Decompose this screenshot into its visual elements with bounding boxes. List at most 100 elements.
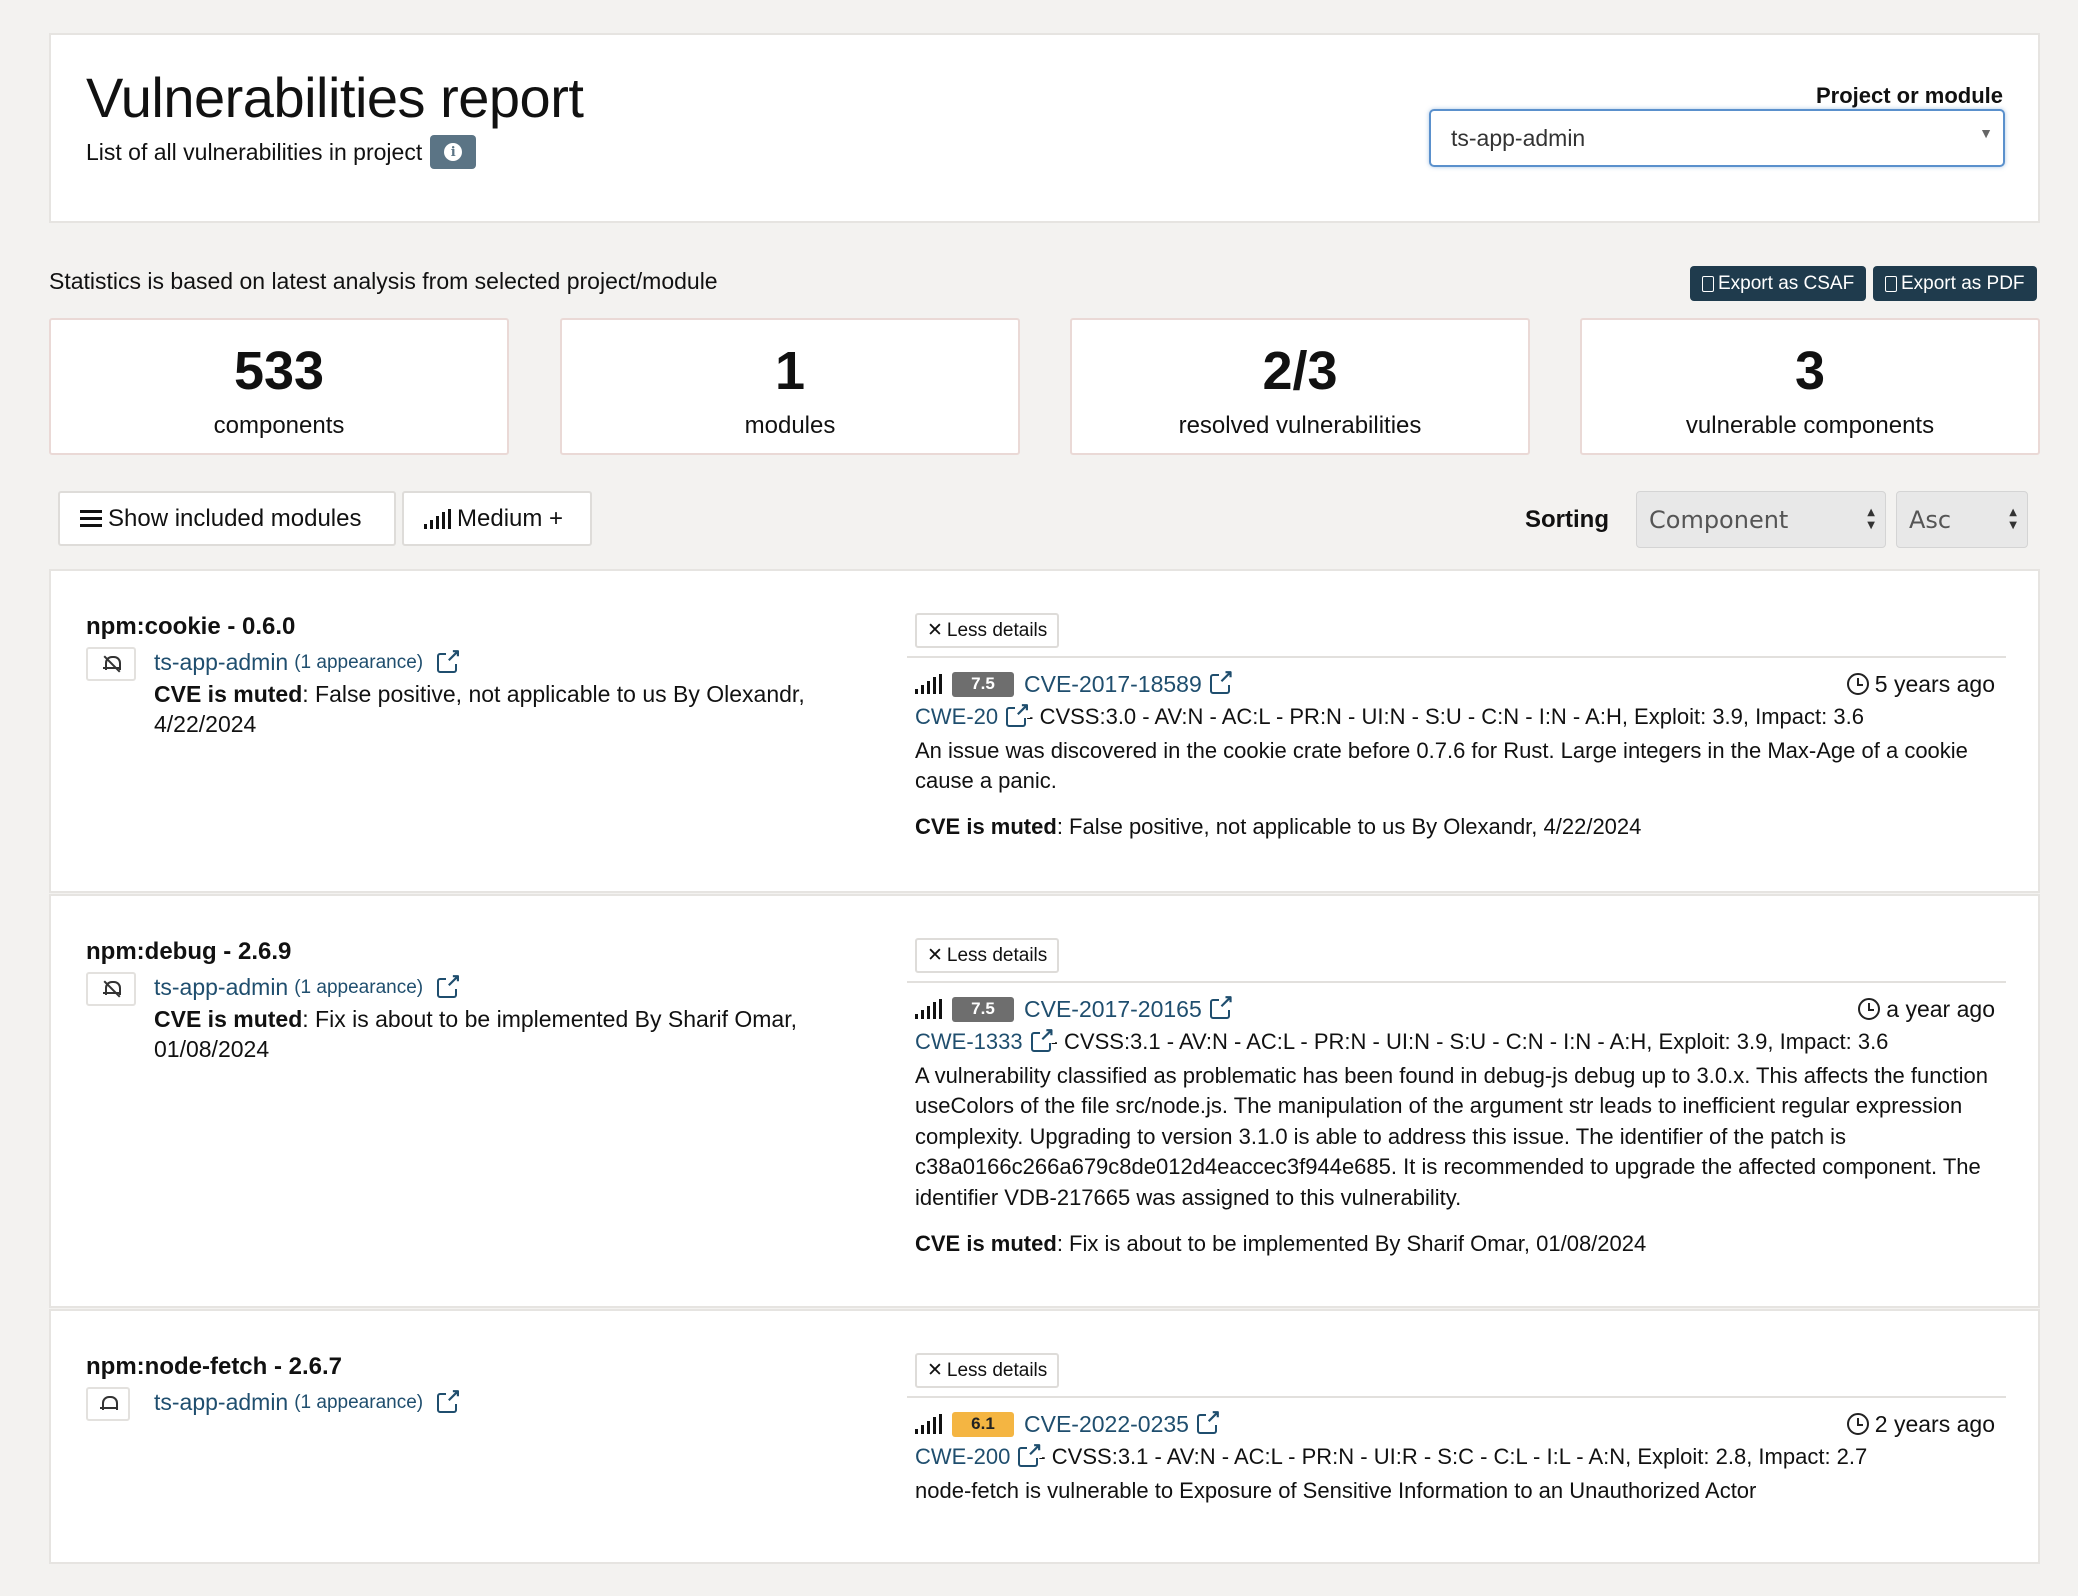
header-panel: Vulnerabilities report List of all vulne… [49, 33, 2040, 223]
cwe-row: CWE-20 - CVSS:3.0 - AV:N - AC:L - PR:N -… [915, 700, 2005, 730]
cvss-vector: - CVSS:3.0 - AV:N - AC:L - PR:N - UI:N -… [1026, 704, 1864, 729]
less-details-button[interactable]: ✕ Less details [915, 938, 1060, 973]
cve-age: a year ago [1858, 996, 1995, 1023]
stat-card-components: 533 components [49, 318, 509, 455]
external-link-icon[interactable] [437, 970, 462, 998]
muted-note: CVE is muted: False positive, not applic… [154, 679, 834, 739]
signal-icon [915, 999, 942, 1019]
vulnerability-card: npm:cookie - 0.6.0 ts-app-admin (1 appea… [49, 569, 2040, 893]
page-subtitle: List of all vulnerabilities in project i [86, 135, 477, 169]
severity-filter-button[interactable]: Medium + [402, 491, 592, 546]
export-csaf-button[interactable]: Export as CSAF [1690, 266, 1867, 301]
clock-icon [1858, 998, 1881, 1020]
export-csaf-label: Export as CSAF [1718, 272, 1855, 294]
mute-toggle-button[interactable] [86, 647, 136, 681]
component-name: npm:cookie - 0.6.0 [86, 613, 296, 640]
stat-value: 1 [774, 341, 806, 401]
external-link-icon[interactable] [1196, 1407, 1221, 1434]
project-link[interactable]: ts-app-admin (1 appearance) [154, 1385, 462, 1416]
clock-icon [1846, 1413, 1869, 1435]
sort-order-select[interactable]: Asc ▲ ▼ [1896, 491, 2028, 548]
stat-value: 2/3 [1262, 341, 1338, 401]
project-link[interactable]: ts-app-admin (1 appearance) [154, 645, 462, 676]
stats-note: Statistics is based on latest analysis f… [49, 268, 718, 294]
external-link-icon[interactable] [1018, 1440, 1043, 1467]
stat-label: resolved vulnerabilities [1178, 412, 1422, 439]
show-modules-button[interactable]: Show included modules [58, 491, 396, 546]
less-details-label: Less details [946, 619, 1048, 641]
external-link-icon[interactable] [437, 1385, 462, 1413]
cwe-link[interactable]: CWE-1333 [915, 1025, 1055, 1055]
cve-link[interactable]: CVE-2017-18589 [1024, 667, 1234, 698]
sort-arrows-icon: ▲ ▼ [2009, 507, 2017, 531]
less-details-button[interactable]: ✕ Less details [915, 1353, 1060, 1388]
vulnerability-card: npm:node-fetch - 2.6.7 ts-app-admin (1 a… [49, 1309, 2040, 1564]
external-link-icon[interactable] [1006, 700, 1031, 727]
cwe-row: CWE-1333 - CVSS:3.1 - AV:N - AC:L - PR:N… [915, 1025, 2005, 1055]
project-name: ts-app-admin [154, 1389, 289, 1415]
external-link-icon[interactable] [1209, 992, 1234, 1019]
bell-icon [100, 1395, 118, 1413]
cve-age: 2 years ago [1846, 1411, 1995, 1438]
project-name: ts-app-admin [154, 649, 289, 675]
close-icon: ✕ [927, 945, 943, 966]
sort-arrows-icon: ▲ ▼ [1867, 507, 1875, 531]
export-pdf-button[interactable]: Export as PDF [1873, 266, 2037, 301]
less-details-label: Less details [946, 944, 1048, 966]
severity-score-badge: 7.5 [952, 671, 1014, 697]
sort-order-value: Asc [1909, 506, 1952, 534]
stat-value: 3 [1794, 341, 1826, 401]
info-icon[interactable]: i [430, 135, 477, 169]
muted-text: : False positive, not applicable to us B… [1056, 814, 1642, 839]
appearance-count: (1 appearance) [294, 1391, 424, 1413]
cve-link[interactable]: CVE-2017-20165 [1024, 992, 1234, 1023]
chevron-down-icon: ▼ [1979, 125, 1993, 141]
component-name: npm:node-fetch - 2.6.7 [86, 1353, 343, 1380]
vulnerability-card: npm:debug - 2.6.9 ts-app-admin (1 appear… [49, 894, 2040, 1308]
show-modules-label: Show included modules [108, 504, 362, 532]
mute-toggle-button[interactable] [86, 1387, 130, 1421]
sort-field-select[interactable]: Component ▲ ▼ [1636, 491, 1886, 548]
close-icon: ✕ [927, 1360, 943, 1381]
cve-link[interactable]: CVE-2022-0235 [1024, 1407, 1221, 1438]
project-select-value: ts-app-admin [1451, 125, 1586, 151]
signal-icon [915, 674, 942, 694]
sorting-label: Sorting [1525, 506, 1609, 533]
project-name: ts-app-admin [154, 974, 289, 1000]
stat-card-modules: 1 modules [560, 318, 1020, 455]
cvss-vector: - CVSS:3.1 - AV:N - AC:L - PR:N - UI:N -… [1050, 1029, 1889, 1054]
cve-description: An issue was discovered in the cookie cr… [915, 738, 1968, 794]
project-select[interactable]: ts-app-admin ▼ [1429, 109, 2005, 167]
external-link-icon[interactable] [1030, 1025, 1055, 1052]
divider [907, 656, 2006, 658]
cve-row: 7.5 CVE-2017-18589 5 years ago [915, 667, 1995, 699]
muted-label: CVE is muted [154, 1006, 303, 1032]
project-select-label: Project or module [1815, 83, 2003, 108]
cwe-link[interactable]: CWE-20 [915, 700, 1031, 730]
stat-card-resolved: 2/3 resolved vulnerabilities [1070, 318, 1530, 455]
cwe-row: CWE-200 - CVSS:3.1 - AV:N - AC:L - PR:N … [915, 1440, 2005, 1470]
appearance-count: (1 appearance) [294, 976, 424, 998]
muted-note: CVE is muted: Fix is about to be impleme… [915, 1231, 2005, 1257]
muted-label: CVE is muted [915, 814, 1057, 839]
bell-slash-icon [103, 655, 121, 673]
external-link-icon[interactable] [1209, 667, 1234, 694]
close-icon: ✕ [927, 620, 943, 641]
project-link[interactable]: ts-app-admin (1 appearance) [154, 970, 462, 1001]
cve-row: 6.1 CVE-2022-0235 2 years ago [915, 1407, 1995, 1439]
stat-label: modules [744, 412, 836, 439]
mute-toggle-button[interactable] [86, 972, 136, 1006]
external-link-icon[interactable] [437, 645, 462, 673]
less-details-label: Less details [946, 1359, 1048, 1381]
sort-field-value: Component [1649, 506, 1789, 534]
cwe-link[interactable]: CWE-200 [915, 1440, 1043, 1470]
document-icon [1702, 275, 1714, 292]
component-name: npm:debug - 2.6.9 [86, 938, 292, 965]
clock-icon [1846, 673, 1869, 695]
stat-card-vulnerable: 3 vulnerable components [1580, 318, 2040, 455]
stat-value: 533 [233, 341, 325, 401]
signal-icon [424, 508, 451, 529]
list-icon [80, 510, 102, 527]
less-details-button[interactable]: ✕ Less details [915, 613, 1060, 648]
export-pdf-label: Export as PDF [1901, 272, 2025, 294]
